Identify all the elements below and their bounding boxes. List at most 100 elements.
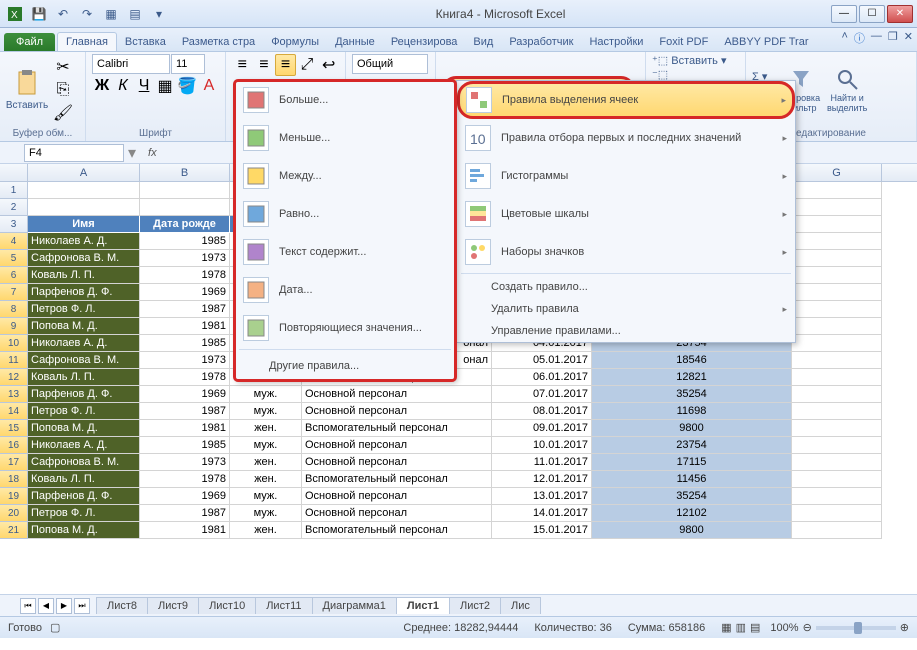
cell[interactable]: муж. — [230, 505, 302, 522]
cell[interactable] — [792, 233, 882, 250]
cell[interactable]: 1978 — [140, 471, 230, 488]
row-header[interactable]: 17 — [0, 454, 28, 471]
row-header[interactable]: 10 — [0, 335, 28, 352]
cell[interactable]: 9800 — [592, 522, 792, 539]
sheet-tab[interactable]: Лист8 — [96, 597, 148, 614]
cell[interactable]: Основной персонал — [302, 505, 492, 522]
row-header[interactable]: 15 — [0, 420, 28, 437]
cell[interactable]: Вспомогательный персонал — [302, 471, 492, 488]
cell[interactable]: Сафронова В. М. — [28, 454, 140, 471]
cell[interactable]: 1973 — [140, 352, 230, 369]
sheet-nav-next-icon[interactable]: ▶ — [56, 598, 72, 614]
row-header[interactable]: 2 — [0, 199, 28, 216]
cell[interactable]: 13.01.2017 — [492, 488, 592, 505]
cell[interactable]: 23754 — [592, 437, 792, 454]
cell[interactable]: Попова М. Д. — [28, 318, 140, 335]
cell[interactable]: Коваль Л. П. — [28, 369, 140, 386]
view-normal-icon[interactable]: ▦ — [721, 621, 731, 634]
tab-developer[interactable]: Разработчик — [501, 33, 581, 51]
cell[interactable]: Парфенов Д. Ф. — [28, 488, 140, 505]
col-header-B[interactable]: B — [140, 164, 230, 181]
tab-home[interactable]: Главная — [57, 32, 117, 51]
cell[interactable]: Сафронова В. М. — [28, 250, 140, 267]
cell[interactable] — [792, 403, 882, 420]
help-icon[interactable]: ⓘ — [854, 30, 865, 46]
tab-insert[interactable]: Вставка — [117, 33, 174, 51]
cell[interactable]: Коваль Л. П. — [28, 471, 140, 488]
sheet-tab[interactable]: Лист2 — [449, 597, 501, 614]
cell[interactable] — [792, 488, 882, 505]
col-header-G[interactable]: G — [792, 164, 882, 181]
cell[interactable]: жен. — [230, 522, 302, 539]
cell[interactable]: 1981 — [140, 420, 230, 437]
cell[interactable]: 35254 — [592, 488, 792, 505]
cell[interactable]: Вспомогательный персонал — [302, 522, 492, 539]
font-size-combo[interactable]: 11 — [171, 54, 205, 74]
tab-foxit[interactable]: Foxit PDF — [651, 33, 716, 51]
macro-record-icon[interactable]: ▢ — [50, 621, 60, 634]
border-icon[interactable]: ▦ — [155, 75, 175, 97]
cell[interactable]: 12102 — [592, 505, 792, 522]
cell[interactable]: муж. — [230, 386, 302, 403]
cell[interactable]: 12.01.2017 — [492, 471, 592, 488]
sheet-tab[interactable]: Лист11 — [255, 597, 312, 614]
cell[interactable]: 1969 — [140, 386, 230, 403]
mdi-min-icon[interactable]: — — [871, 30, 882, 46]
sheet-nav-first-icon[interactable]: ⏮ — [20, 598, 36, 614]
name-box[interactable]: F4 — [24, 144, 124, 162]
cell[interactable]: 1978 — [140, 369, 230, 386]
row-header[interactable]: 19 — [0, 488, 28, 505]
cell[interactable]: Попова М. Д. — [28, 420, 140, 437]
cell[interactable]: 1969 — [140, 488, 230, 505]
find-select-button[interactable]: Найти и выделить — [826, 60, 868, 120]
submenu-item[interactable]: Дата... — [235, 271, 455, 309]
qat-icon[interactable]: ▤ — [124, 3, 146, 25]
cell[interactable]: 9800 — [592, 420, 792, 437]
cell[interactable] — [792, 301, 882, 318]
undo-icon[interactable]: ↶ — [52, 3, 74, 25]
sheet-tab[interactable]: Лист9 — [147, 597, 199, 614]
save-icon[interactable]: 💾 — [28, 3, 50, 25]
cell[interactable]: 1978 — [140, 267, 230, 284]
menu-color-scales[interactable]: Цветовые шкалы ▸ — [457, 195, 795, 233]
header-cell[interactable]: Дата рожде — [140, 216, 230, 233]
menu-data-bars[interactable]: Гистограммы ▸ — [457, 157, 795, 195]
row-header[interactable]: 13 — [0, 386, 28, 403]
cell[interactable]: жен. — [230, 471, 302, 488]
cell[interactable]: Основной персонал — [302, 403, 492, 420]
select-all-corner[interactable] — [0, 164, 28, 181]
cell[interactable] — [792, 284, 882, 301]
file-tab[interactable]: Файл — [4, 33, 55, 51]
cell[interactable]: 12821 — [592, 369, 792, 386]
menu-highlight-cells-rules[interactable]: Правила выделения ячеек ▸ — [457, 81, 795, 119]
cell[interactable]: жен. — [230, 420, 302, 437]
font-color-icon[interactable]: A — [199, 75, 219, 97]
tab-layout[interactable]: Разметка стра — [174, 33, 263, 51]
header-cell[interactable]: Имя — [28, 216, 140, 233]
row-header[interactable]: 4 — [0, 233, 28, 250]
cell[interactable]: Петров Ф. Л. — [28, 505, 140, 522]
align-top-icon[interactable]: ≡ — [232, 54, 253, 76]
cell[interactable]: 1981 — [140, 522, 230, 539]
cell[interactable]: 15.01.2017 — [492, 522, 592, 539]
cell[interactable]: Парфенов Д. Ф. — [28, 284, 140, 301]
cell[interactable]: 1985 — [140, 233, 230, 250]
cell[interactable]: 18546 — [592, 352, 792, 369]
row-header[interactable]: 18 — [0, 471, 28, 488]
sheet-tab[interactable]: Лис — [500, 597, 541, 614]
cell[interactable]: 14.01.2017 — [492, 505, 592, 522]
col-header-A[interactable]: A — [28, 164, 140, 181]
tab-data[interactable]: Данные — [327, 33, 383, 51]
cell[interactable]: 1987 — [140, 505, 230, 522]
cell[interactable]: 05.01.2017 — [492, 352, 592, 369]
tab-abbyy[interactable]: ABBYY PDF Trar — [716, 33, 816, 51]
ribbon-minimize-icon[interactable]: ˄ — [841, 30, 847, 46]
submenu-item[interactable]: Равно... — [235, 195, 455, 233]
cell[interactable]: 1973 — [140, 454, 230, 471]
menu-clear-rules[interactable]: Удалить правила▸ — [457, 298, 795, 320]
submenu-item[interactable]: Между... — [235, 157, 455, 195]
tab-view[interactable]: Вид — [465, 33, 501, 51]
qat-icon[interactable]: ▦ — [100, 3, 122, 25]
minimize-button[interactable]: — — [831, 5, 857, 23]
row-header[interactable]: 14 — [0, 403, 28, 420]
